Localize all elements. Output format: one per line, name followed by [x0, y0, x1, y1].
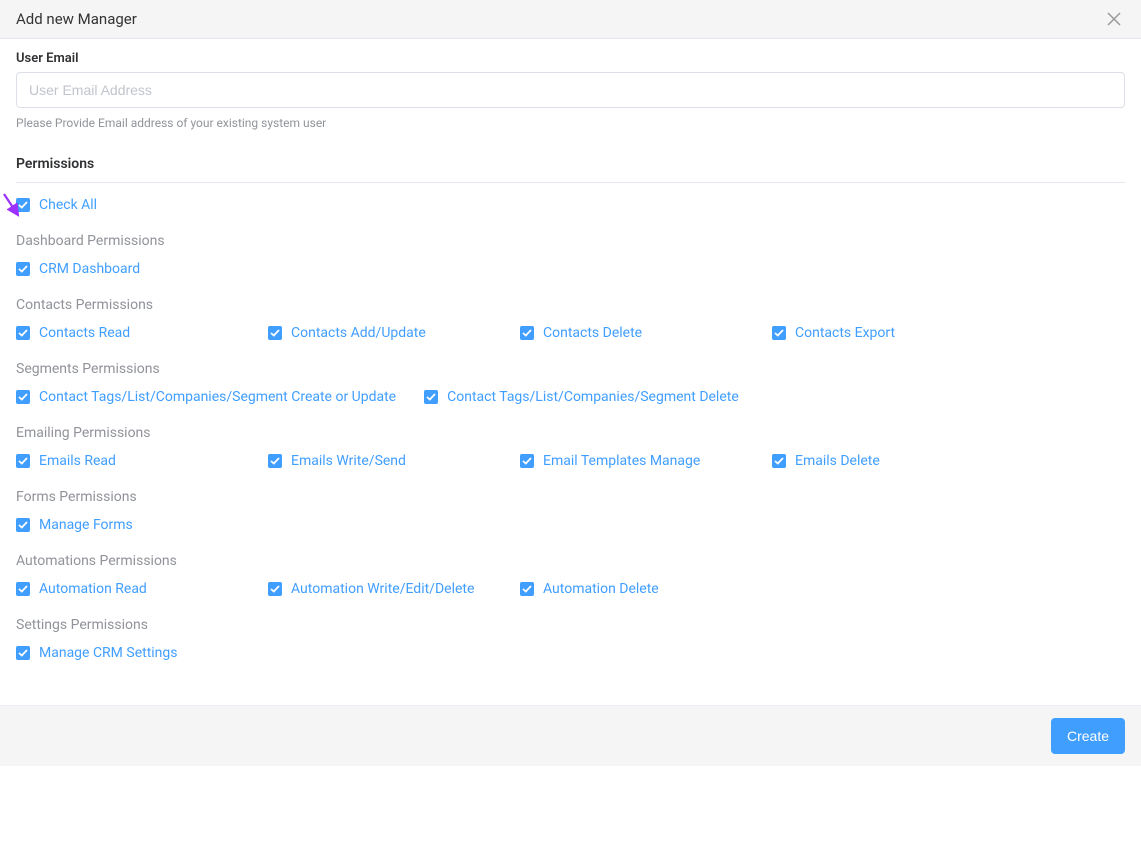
group-title-settings: Settings Permissions	[16, 617, 1125, 633]
checkbox-checked-icon[interactable]	[16, 198, 30, 212]
checkbox-checked-icon[interactable]	[16, 262, 30, 276]
perm-label: Contact Tags/List/Companies/Segment Crea…	[39, 389, 396, 405]
perm-automation-write-edit-delete[interactable]: Automation Write/Edit/Delete	[268, 581, 520, 597]
group-title-forms: Forms Permissions	[16, 489, 1125, 505]
checkbox-checked-icon[interactable]	[16, 390, 30, 404]
perm-label: Contacts Add/Update	[291, 325, 426, 341]
perm-emails-delete[interactable]: Emails Delete	[772, 453, 1024, 469]
perm-label: Manage CRM Settings	[39, 645, 178, 661]
modal-body: User Email Please Provide Email address …	[0, 39, 1141, 705]
perm-emails-write-send[interactable]: Emails Write/Send	[268, 453, 520, 469]
perm-label: Automation Read	[39, 581, 147, 597]
perm-email-templates-manage[interactable]: Email Templates Manage	[520, 453, 772, 469]
checkbox-checked-icon[interactable]	[16, 454, 30, 468]
group-title-automations: Automations Permissions	[16, 553, 1125, 569]
email-input[interactable]	[16, 72, 1125, 108]
create-button[interactable]: Create	[1051, 718, 1125, 754]
checkbox-checked-icon[interactable]	[268, 326, 282, 340]
perm-label: Emails Read	[39, 453, 116, 469]
email-label: User Email	[16, 51, 1125, 66]
permissions-heading: Permissions	[16, 156, 1125, 183]
perm-manage-forms[interactable]: Manage Forms	[16, 517, 268, 533]
checkbox-checked-icon[interactable]	[520, 582, 534, 596]
perm-automation-read[interactable]: Automation Read	[16, 581, 268, 597]
add-manager-modal: Add new Manager User Email Please Provid…	[0, 0, 1141, 766]
perm-label: CRM Dashboard	[39, 261, 140, 277]
perm-label: Emails Delete	[795, 453, 880, 469]
checkbox-checked-icon[interactable]	[16, 518, 30, 532]
group-title-segments: Segments Permissions	[16, 361, 1125, 377]
checkbox-checked-icon[interactable]	[772, 454, 786, 468]
checkbox-checked-icon[interactable]	[16, 582, 30, 596]
perm-label: Automation Write/Edit/Delete	[291, 581, 474, 597]
checkbox-checked-icon[interactable]	[772, 326, 786, 340]
close-button[interactable]	[1103, 8, 1125, 30]
group-title-dashboard: Dashboard Permissions	[16, 233, 1125, 249]
modal-footer: Create	[0, 705, 1141, 766]
perm-crm-dashboard[interactable]: CRM Dashboard	[16, 261, 268, 277]
modal-title: Add new Manager	[16, 10, 137, 28]
email-helper: Please Provide Email address of your exi…	[16, 116, 1125, 130]
close-icon	[1107, 14, 1121, 29]
perm-label: Manage Forms	[39, 517, 133, 533]
checkbox-checked-icon[interactable]	[520, 454, 534, 468]
perm-label: Email Templates Manage	[543, 453, 700, 469]
checkbox-checked-icon[interactable]	[520, 326, 534, 340]
check-all-row[interactable]: Check All	[16, 197, 1125, 213]
checkbox-checked-icon[interactable]	[16, 326, 30, 340]
perm-segment-delete[interactable]: Contact Tags/List/Companies/Segment Dele…	[424, 389, 739, 405]
perm-label: Emails Write/Send	[291, 453, 406, 469]
check-all-label: Check All	[39, 197, 97, 213]
perm-automation-delete[interactable]: Automation Delete	[520, 581, 772, 597]
perm-contacts-delete[interactable]: Contacts Delete	[520, 325, 772, 341]
group-items-emailing: Emails Read Emails Write/Send Email Temp…	[16, 453, 1125, 469]
group-items-segments: Contact Tags/List/Companies/Segment Crea…	[16, 389, 1125, 405]
group-items-settings: Manage CRM Settings	[16, 645, 1125, 661]
perm-segment-create-update[interactable]: Contact Tags/List/Companies/Segment Crea…	[16, 389, 396, 405]
perm-emails-read[interactable]: Emails Read	[16, 453, 268, 469]
group-items-forms: Manage Forms	[16, 517, 1125, 533]
perm-label: Contacts Delete	[543, 325, 642, 341]
perm-label: Contacts Export	[795, 325, 895, 341]
perm-manage-crm-settings[interactable]: Manage CRM Settings	[16, 645, 268, 661]
perm-label: Contacts Read	[39, 325, 130, 341]
create-label: Create	[1067, 728, 1109, 744]
checkbox-checked-icon[interactable]	[16, 646, 30, 660]
perm-contacts-add-update[interactable]: Contacts Add/Update	[268, 325, 520, 341]
modal-header: Add new Manager	[0, 0, 1141, 39]
checkbox-checked-icon[interactable]	[424, 390, 438, 404]
group-title-emailing: Emailing Permissions	[16, 425, 1125, 441]
perm-label: Automation Delete	[543, 581, 659, 597]
group-title-contacts: Contacts Permissions	[16, 297, 1125, 313]
perm-label: Contact Tags/List/Companies/Segment Dele…	[447, 389, 739, 405]
perm-contacts-export[interactable]: Contacts Export	[772, 325, 1024, 341]
group-items-automations: Automation Read Automation Write/Edit/De…	[16, 581, 1125, 597]
group-items-dashboard: CRM Dashboard	[16, 261, 1125, 277]
checkbox-checked-icon[interactable]	[268, 454, 282, 468]
checkbox-checked-icon[interactable]	[268, 582, 282, 596]
perm-contacts-read[interactable]: Contacts Read	[16, 325, 268, 341]
group-items-contacts: Contacts Read Contacts Add/Update Contac…	[16, 325, 1125, 341]
